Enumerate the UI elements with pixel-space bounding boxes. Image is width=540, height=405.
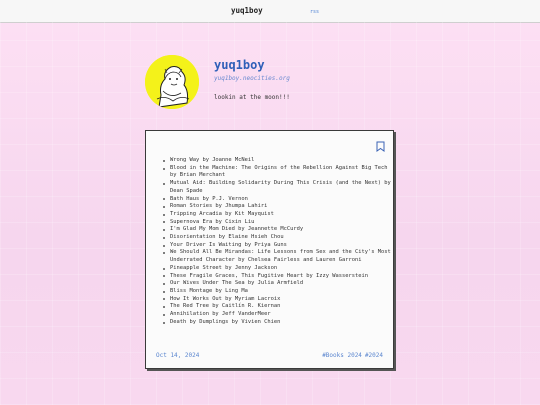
- book-list-item: The Red Tree by Caitlín R. Kiernan: [163, 303, 392, 311]
- bookmark-icon[interactable]: [376, 141, 385, 152]
- tag-link[interactable]: #2024: [365, 352, 383, 359]
- book-list-item: Supernova Era by Cixin Liu: [163, 219, 392, 227]
- rss-link[interactable]: rss: [310, 9, 319, 15]
- book-list: Wrong Way by Joanne McNeil Blood in the M…: [162, 157, 392, 326]
- book-list-item: I'm Glad My Mom Died by Jeannette McCurd…: [163, 226, 392, 234]
- book-list-item: We Should All Be Mirandas: Life Lessons …: [163, 249, 391, 264]
- book-list-item: These Fragile Graces, This Fugitive Hear…: [163, 273, 392, 281]
- book-list-item: Pineapple Street by Jenny Jackson: [163, 265, 392, 273]
- book-list-item: Tripping Arcadia by Kit Mayquist: [163, 211, 392, 219]
- book-list-item: Bliss Montage by Ling Ma: [163, 288, 392, 296]
- book-list-item: Your Driver Is Waiting by Priya Guns: [163, 242, 392, 250]
- tag-link[interactable]: #Books 2024: [322, 352, 362, 359]
- book-list-item: Death by Dumplings by Vivien Chien: [163, 319, 392, 327]
- book-list-item: Disorientation by Elaine Hsieh Chou: [163, 234, 392, 242]
- book-list-item: Blood in the Machine: The Origins of the…: [163, 165, 392, 180]
- book-list-item: Annihilation by Jeff VanderMeer: [163, 311, 392, 319]
- site-name-link[interactable]: yuq1boy: [231, 6, 263, 15]
- post-date-link[interactable]: Oct 14, 2024: [156, 352, 199, 359]
- book-list-item: Roman Stories by Jhumpa Lahiri: [163, 203, 392, 211]
- book-list-item: Wrong Way by Joanne McNeil: [163, 157, 392, 165]
- book-list-item: Bath Haus by P.J. Vernon: [163, 196, 392, 204]
- book-list-item: Mutual Aid: Building Solidarity During T…: [163, 180, 391, 194]
- top-navigation-bar: yuq1boy rss: [0, 0, 540, 23]
- profile-site-link[interactable]: yuq1boy.neocities.org: [214, 75, 290, 82]
- post-card: Wrong Way by Joanne McNeil Blood in the M…: [145, 130, 394, 369]
- profile-name: yuq1boy: [214, 58, 265, 72]
- book-list-item: Our Wives Under The Sea by Julia Armfiel…: [163, 280, 392, 288]
- avatar: [145, 55, 199, 109]
- avatar-drawing: [145, 55, 199, 109]
- profile-bio: lookin at the moon!!!: [214, 94, 290, 101]
- post-tags: #Books 2024 #2024: [322, 352, 383, 359]
